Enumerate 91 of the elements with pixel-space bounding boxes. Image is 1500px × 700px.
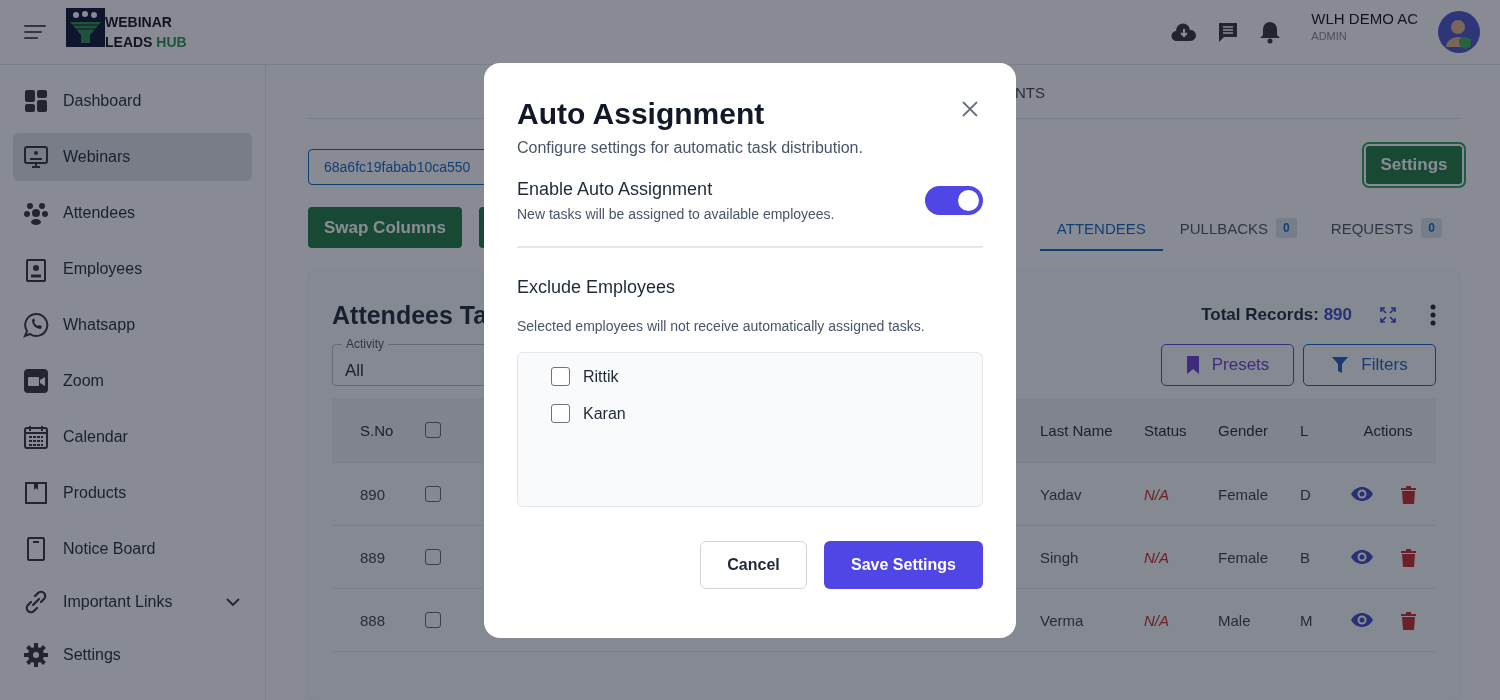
table-cell-text: 888 [360,611,387,629]
nav-icon [23,256,49,282]
chat-icon[interactable] [1217,21,1240,43]
table-cell-text: N/A [1144,611,1170,629]
save-settings-button[interactable]: Save Settings [824,541,983,589]
nav-icon [23,368,49,394]
cloud-download-icon[interactable] [1171,22,1198,42]
nav-icon [23,144,49,170]
delete-icon[interactable] [1401,547,1416,567]
user-role: ADMIN [1311,30,1348,42]
table-cell-text: N/A [1144,548,1170,566]
avatar-icon[interactable] [1438,11,1480,53]
close-icon[interactable] [962,101,978,117]
checkbox[interactable] [551,367,570,386]
tab[interactable]: ATTENDEES [1039,207,1163,251]
bell-icon[interactable] [1259,20,1282,44]
nav-icon [23,200,49,226]
table-cell-text: Female [1218,485,1270,503]
more-icon[interactable] [1430,304,1436,326]
tab[interactable]: REQUESTS 0 [1313,207,1459,251]
bookmark-icon [1185,355,1200,375]
view-icon[interactable] [1350,549,1374,565]
swap-columns-button[interactable]: Swap Columns [308,207,462,248]
row-checkbox[interactable] [425,549,441,565]
menu-icon[interactable] [24,24,46,40]
filter-icon [1331,356,1350,374]
sidebar-item[interactable]: Products [13,469,252,517]
dialog-title: Auto Assignment [517,97,765,131]
section-hint: Selected employees will not receive automatically assigned tasks. [517,318,926,334]
column-header: Last Name [1040,421,1114,439]
table-cell-text: Yadav [1040,485,1083,503]
presets-button[interactable]: Presets [1161,344,1294,386]
logo-icon [66,7,105,47]
count-badge: 0 [1276,218,1297,238]
sidebar-item[interactable]: Calendar [13,413,252,461]
logo-text: LEADS HUB [105,33,187,52]
table-cell-text: N/A [1144,485,1170,503]
nav-icon [23,424,49,450]
view-icon[interactable] [1350,486,1374,502]
nav-icon [23,312,49,338]
delete-icon[interactable] [1401,610,1416,630]
column-header: Actions [1362,421,1414,439]
table-cell-text: M [1300,611,1314,629]
sidebar-item[interactable]: Attendees [13,189,252,237]
table-cell-text: B [1300,548,1311,566]
employee-name: Rittik [583,367,619,386]
delete-icon[interactable] [1401,484,1416,504]
table-cell-text: D [1300,485,1312,503]
sidebar-item[interactable]: Dashboard [13,77,252,125]
sidebar-item[interactable]: Zoom [13,357,252,405]
table-cell-text: Male [1218,611,1252,629]
logo-text: WEBINAR [105,13,173,32]
user-name: WLH DEMO AC [1311,10,1418,27]
sidebar-item[interactable]: Employees [13,245,252,293]
nav-icon [23,480,49,506]
activity-select[interactable]: Activity All [332,336,502,386]
sidebar-item[interactable]: Notice Board [13,525,252,573]
sidebar-item[interactable]: Important Links [13,581,252,623]
sidebar-item[interactable]: Webinars [13,133,252,181]
column-header: S.No [360,421,395,439]
nav-icon [23,589,49,615]
table-cell-text: 890 [360,485,387,503]
fullscreen-icon[interactable] [1380,307,1396,323]
nav-icon [23,88,49,114]
field-label: Activity [342,336,388,352]
section-title: Exclude Employees [517,277,677,298]
toggle-hint: New tasks will be assigned to available employees. [517,206,836,222]
checkbox[interactable] [551,404,570,423]
column-header: L [1300,421,1310,439]
settings-button[interactable]: Settings [1364,144,1464,186]
employee-name: Karan [583,404,626,423]
tab-label[interactable]: NTS [1015,84,1045,101]
table-cell-text: 889 [360,548,387,566]
sidebar-item[interactable]: Settings [13,631,252,679]
row-checkbox[interactable] [425,612,441,628]
header-checkbox[interactable] [425,422,441,438]
table-cell-text: Female [1218,548,1270,566]
sidebar-item[interactable]: Whatsapp [13,301,252,349]
table-cell-text: Verma [1040,611,1085,629]
row-checkbox[interactable] [425,486,441,502]
nav-icon [23,642,49,668]
column-header: Gender [1218,421,1270,439]
tab[interactable]: PULLBACKS 0 [1162,207,1314,251]
count-badge: 0 [1421,218,1442,238]
column-header: Status [1144,421,1188,439]
filters-button[interactable]: Filters [1303,344,1436,386]
total-records: Total Records: 890 [1201,305,1352,325]
toggle-switch[interactable] [925,186,983,215]
table-cell-text: Singh [1040,548,1080,566]
cancel-button[interactable]: Cancel [700,541,807,589]
view-icon[interactable] [1350,612,1374,628]
